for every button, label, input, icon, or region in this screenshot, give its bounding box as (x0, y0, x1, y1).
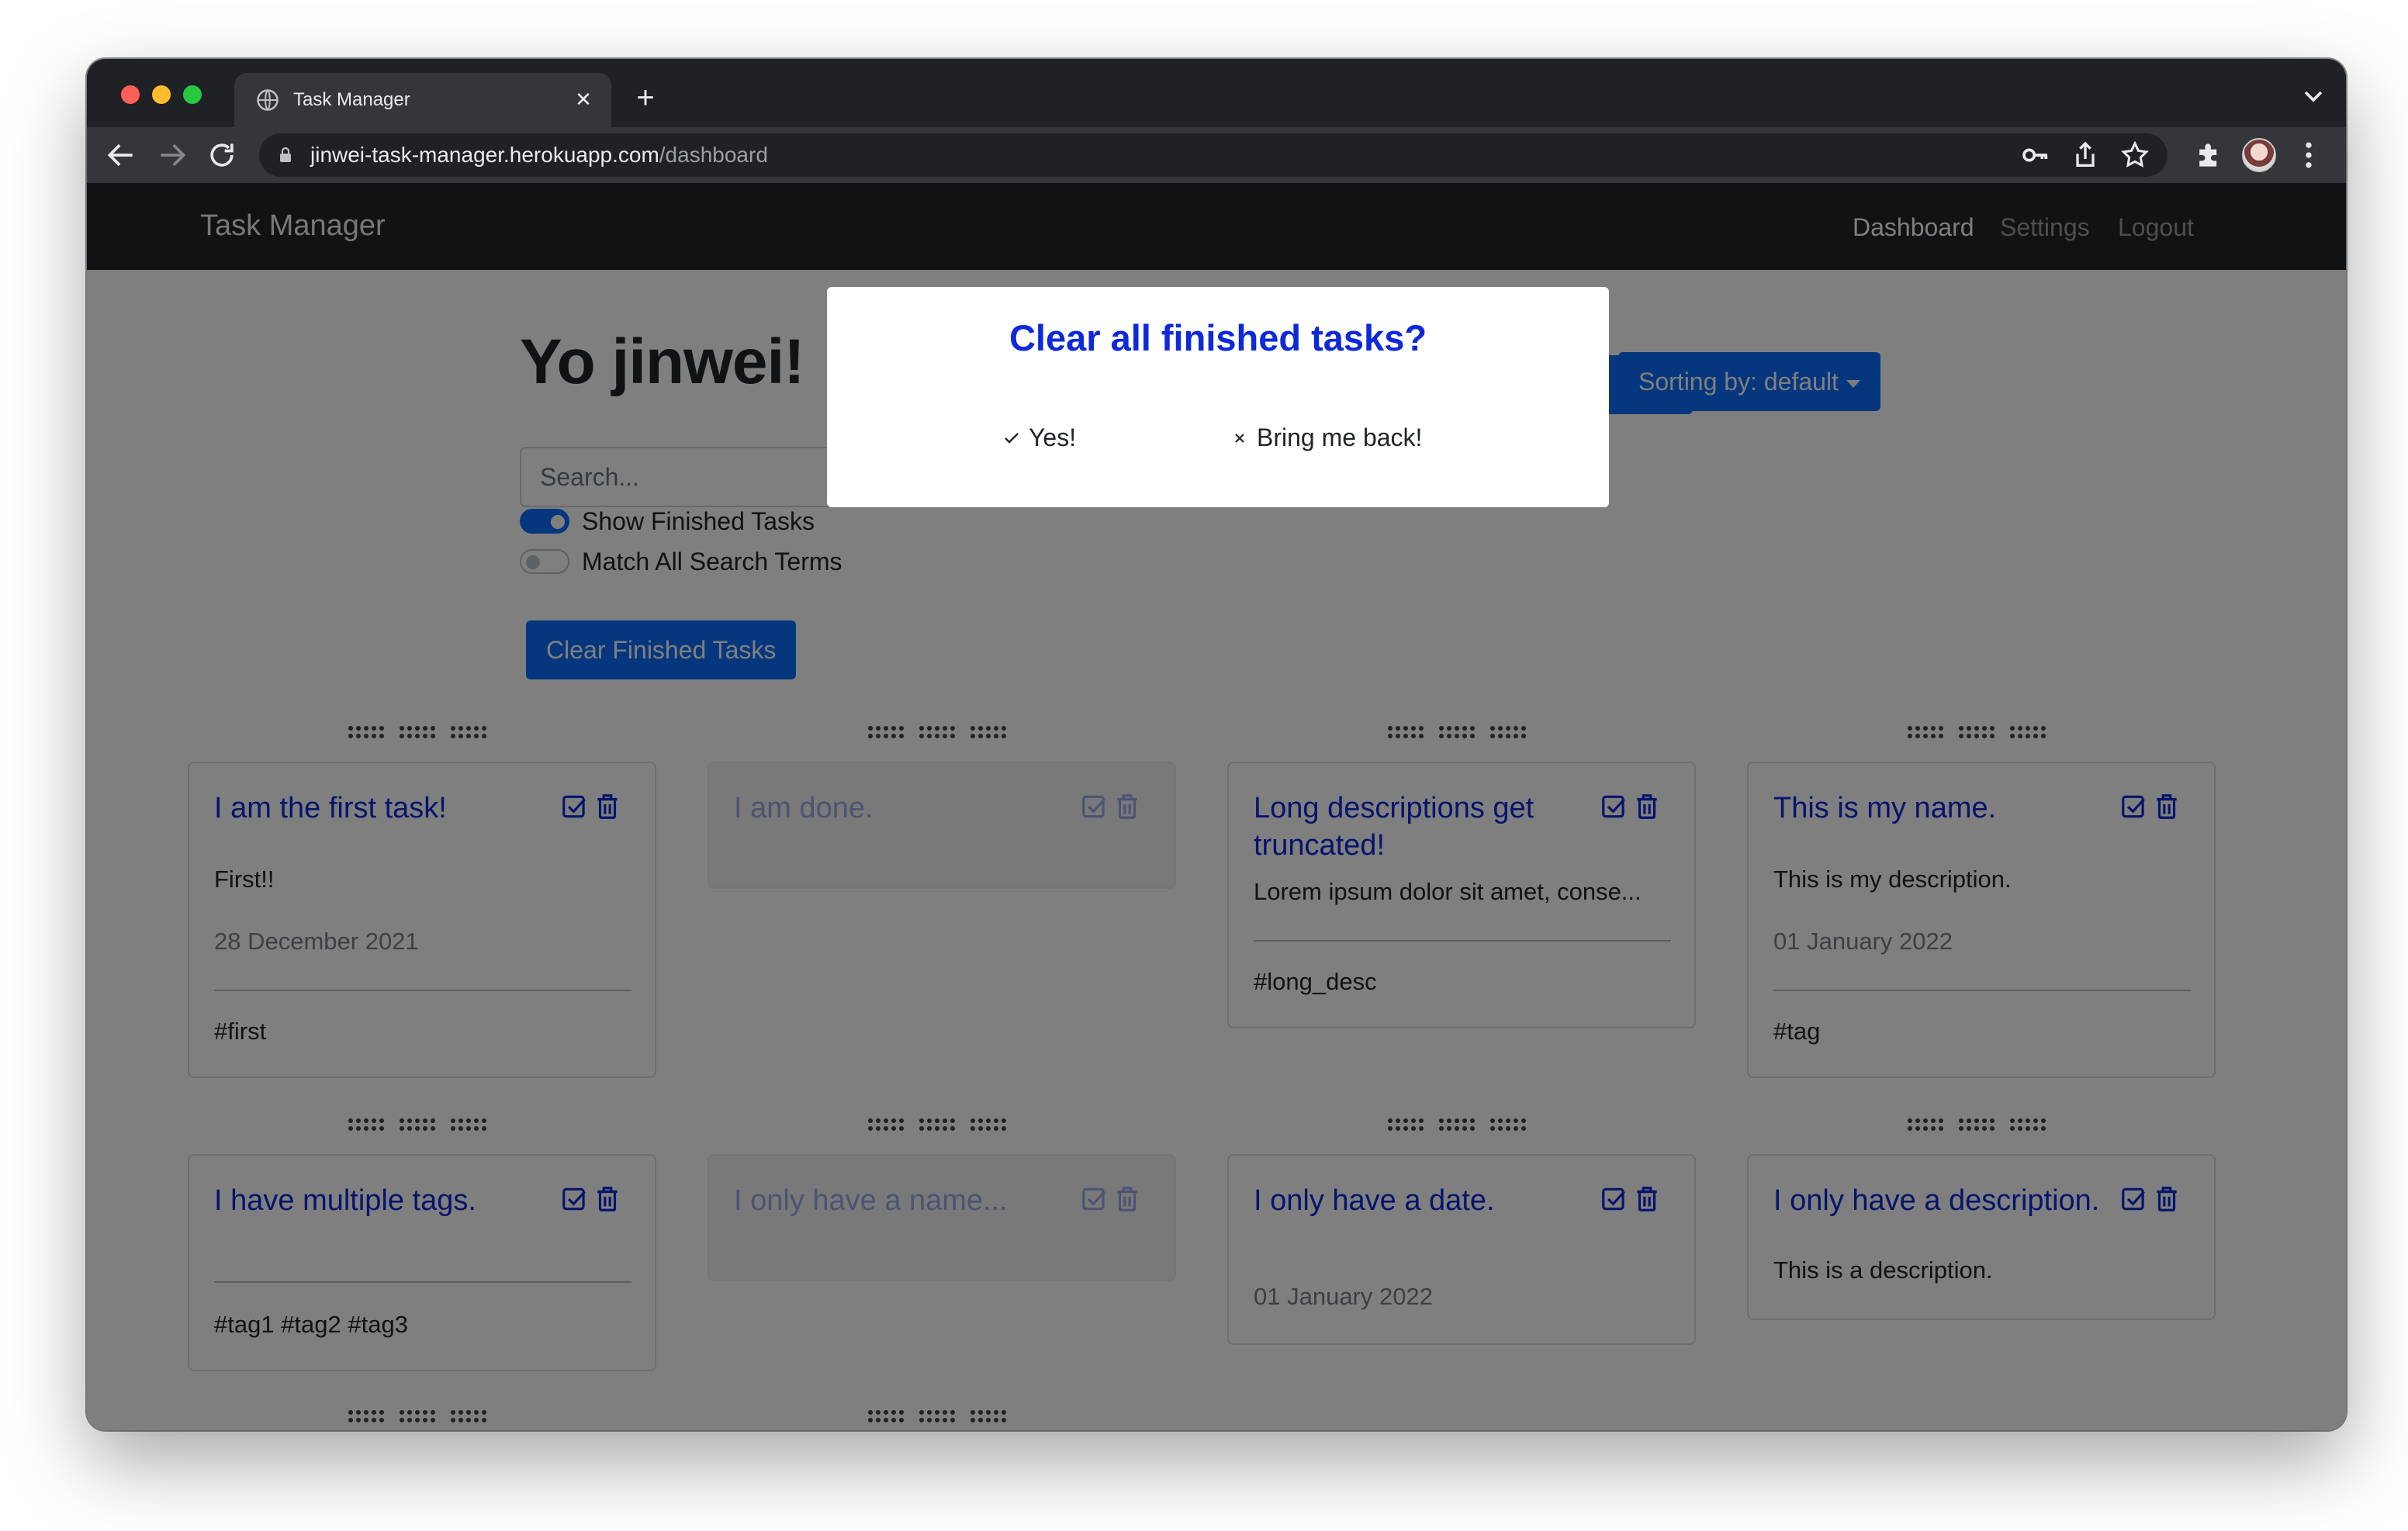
extensions-puzzle-icon[interactable] (2192, 138, 2226, 172)
globe-icon (257, 89, 279, 111)
browser-tab-strip: Task Manager ✕ + (87, 59, 2346, 127)
maximize-window-button[interactable] (183, 85, 202, 104)
confirm-yes-button[interactable]: Yes! (1002, 420, 1076, 454)
share-icon[interactable] (2070, 140, 2101, 171)
address-bar[interactable]: jinwei-task-manager.herokuapp.com/dashbo… (259, 133, 2168, 177)
url-host: jinwei-task-manager.herokuapp.com (310, 143, 659, 167)
tab-title: Task Manager (293, 89, 410, 110)
reload-icon[interactable] (205, 138, 239, 172)
profile-avatar[interactable] (2242, 138, 2276, 172)
new-tab-button[interactable]: + (627, 79, 664, 116)
confirm-dialog: Clear all finished tasks? Yes! Bring me … (827, 287, 1609, 507)
browser-window: Task Manager ✕ + jinwei-task-manager.her… (87, 59, 2346, 1430)
chevron-down-icon[interactable] (2298, 81, 2329, 112)
web-page: Task Manager Dashboard Settings Logout Y… (87, 183, 2346, 1430)
close-tab-icon[interactable]: ✕ (569, 85, 597, 113)
cancel-back-button[interactable]: Bring me back! (1230, 420, 1422, 454)
cancel-back-label: Bring me back! (1257, 423, 1423, 451)
url-path: /dashboard (659, 143, 768, 167)
back-arrow-icon[interactable] (104, 138, 138, 172)
check-icon (1005, 433, 1019, 444)
close-icon (1235, 434, 1244, 443)
lock-icon[interactable] (278, 146, 293, 164)
browser-tab[interactable]: Task Manager ✕ (234, 73, 611, 127)
forward-arrow-icon[interactable] (155, 138, 189, 172)
browser-toolbar: jinwei-task-manager.herokuapp.com/dashbo… (87, 127, 2346, 183)
bookmark-star-icon[interactable] (2119, 140, 2150, 171)
key-icon[interactable] (2020, 140, 2051, 171)
url-text: jinwei-task-manager.herokuapp.com/dashbo… (310, 143, 768, 167)
confirm-yes-label: Yes! (1029, 423, 1077, 451)
close-window-button[interactable] (121, 85, 140, 104)
more-vertical-icon[interactable] (2292, 138, 2326, 172)
minimize-window-button[interactable] (152, 85, 171, 104)
dialog-title: Clear all finished tasks? (1009, 317, 1427, 358)
